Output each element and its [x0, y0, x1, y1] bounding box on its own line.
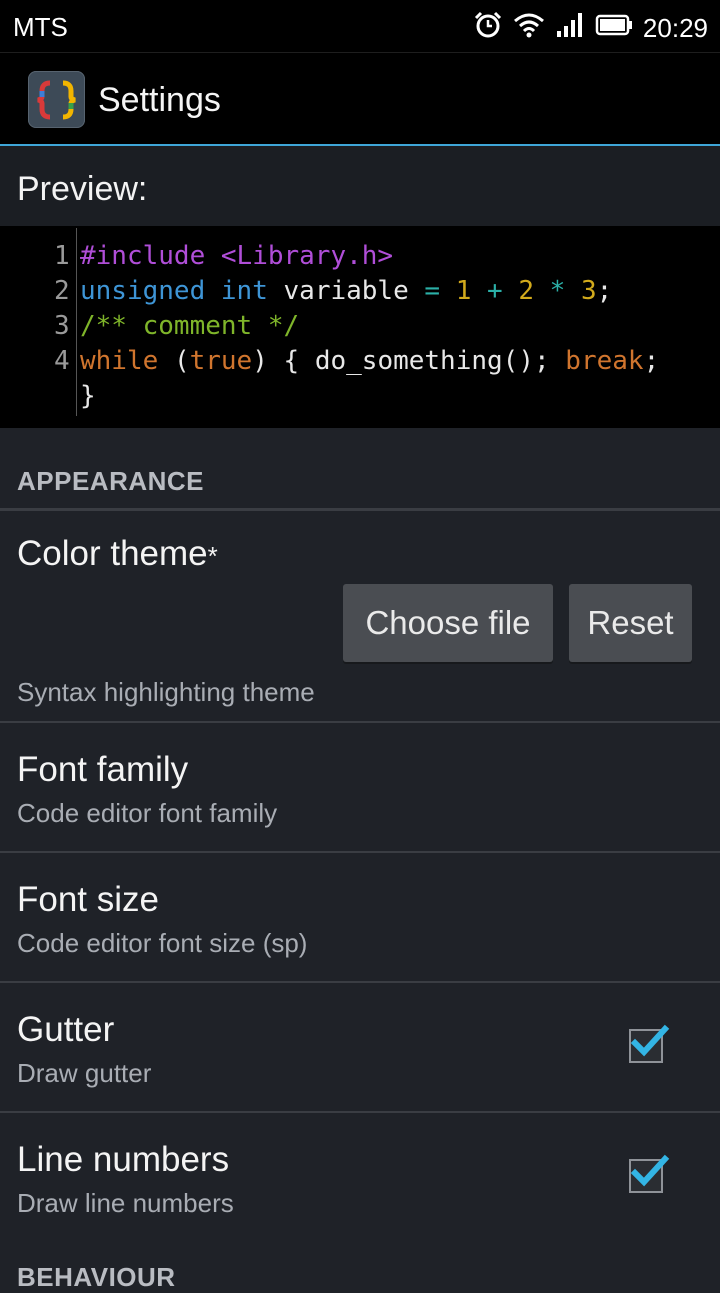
code-token: break — [565, 346, 644, 376]
code-token: unsigned — [80, 276, 206, 306]
action-bar: Settings — [0, 52, 720, 147]
line-numbers-checkbox[interactable] — [629, 1154, 670, 1193]
code-token: variable — [283, 276, 409, 306]
pref-title: Font family — [17, 750, 189, 789]
code-token: ) { do_something(); — [252, 346, 566, 376]
code-token: + — [487, 276, 503, 306]
code-token: /** comment */ — [80, 311, 300, 341]
code-token: } — [80, 381, 96, 411]
line-number: 2 — [54, 276, 70, 306]
clock: 20:29 — [642, 13, 708, 43]
category-appearance: APPEARANCE — [17, 466, 205, 496]
wifi-icon — [513, 11, 545, 46]
preview-label: Preview: — [17, 170, 148, 208]
code-line: /** comment */ — [80, 311, 299, 341]
code-token: while — [80, 346, 159, 376]
pref-title: Line numbers — [17, 1140, 230, 1179]
code-token: ( — [173, 346, 190, 376]
pref-title: Color theme* — [17, 534, 218, 574]
code-token: ; — [596, 276, 613, 306]
choose-file-button[interactable]: Choose file — [343, 584, 553, 662]
required-marker: * — [207, 541, 218, 571]
divider — [0, 1111, 720, 1113]
pref-summary: Draw gutter — [17, 1058, 152, 1088]
alarm-icon — [473, 10, 503, 47]
code-token: * — [549, 276, 566, 306]
code-token: int — [220, 276, 268, 306]
line-number: 3 — [54, 311, 70, 341]
gutter-checkbox[interactable] — [629, 1024, 670, 1063]
status-icons: 20:29 — [473, 10, 708, 47]
pref-title: Font size — [17, 880, 159, 919]
carrier-name: MTS — [13, 12, 68, 42]
pref-title: Gutter — [17, 1010, 115, 1049]
code-token: ; — [643, 346, 660, 376]
pref-title-text: Color theme — [17, 534, 208, 573]
line-number: 4 — [54, 346, 70, 376]
line-number: 1 — [54, 241, 70, 271]
code-token: #include — [80, 241, 206, 271]
status-bar: MTS 20:29 — [0, 0, 720, 52]
page-title: Settings — [98, 81, 221, 119]
battery-icon — [595, 13, 633, 44]
preview-header: Preview: — [0, 146, 720, 226]
code-token: true — [189, 346, 253, 376]
signal-icon — [555, 11, 585, 46]
pref-summary: Code editor font size (sp) — [17, 928, 308, 958]
code-token: = — [424, 276, 441, 306]
reset-button[interactable]: Reset — [569, 584, 692, 662]
code-line: } — [80, 381, 96, 411]
pref-summary: Draw line numbers — [17, 1188, 234, 1218]
gutter-divider — [76, 228, 77, 416]
pref-summary: Syntax highlighting theme — [17, 677, 315, 707]
code-token: 2 — [518, 276, 534, 306]
category-behaviour: BEHAVIOUR — [17, 1262, 176, 1292]
code-token: 3 — [580, 276, 597, 306]
code-line: unsigned int variable = 1 + 2 * 3; — [80, 276, 612, 306]
pref-summary: Code editor font family — [17, 798, 278, 828]
app-logo-icon[interactable] — [28, 71, 85, 128]
code-token: 1 — [455, 276, 472, 306]
divider — [0, 851, 720, 853]
code-token: <Library.h> — [220, 241, 394, 271]
divider — [0, 981, 720, 983]
checkmark-icon — [631, 1154, 670, 1187]
code-line: #include <Library.h> — [80, 241, 393, 271]
code-preview: 1 2 3 4 #include <Library.h> unsigned in… — [0, 226, 720, 428]
divider — [0, 721, 720, 723]
category-divider — [0, 508, 720, 511]
checkmark-icon — [631, 1024, 670, 1057]
code-line: while (true) { do_something(); break; — [80, 346, 659, 376]
